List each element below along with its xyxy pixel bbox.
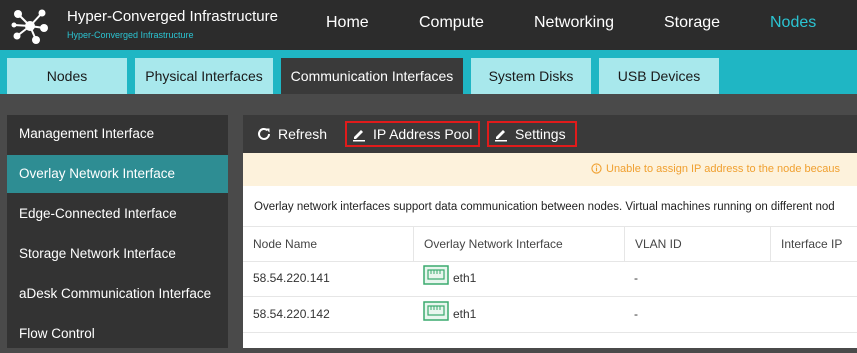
- logo-icon: [11, 9, 48, 44]
- sidebar-item-management-interface[interactable]: Management Interface: [7, 115, 228, 153]
- column-header-interface-ip[interactable]: Interface IP: [770, 227, 857, 261]
- tab-system-disks[interactable]: System Disks: [471, 58, 591, 94]
- info-circle-icon: [591, 162, 602, 174]
- cell-interface: eth1: [413, 261, 476, 296]
- interface-name: eth1: [453, 307, 477, 321]
- edit-icon: [353, 130, 365, 142]
- cell-vlan-id: -: [634, 307, 638, 321]
- app-title: Hyper-Converged Infrastructure: [67, 8, 278, 25]
- nav-nodes[interactable]: Nodes: [770, 14, 816, 32]
- edit-icon: [495, 130, 507, 142]
- settings-button[interactable]: Settings: [487, 121, 577, 147]
- sidebar-item-adesk-communication-interface[interactable]: aDesk Communication Interface: [7, 275, 228, 313]
- sidebar-item-edge-connected-interface[interactable]: Edge-Connected Interface: [7, 195, 228, 233]
- sidebar-item-overlay-network-interface[interactable]: Overlay Network Interface: [7, 155, 228, 193]
- cell-vlan-id: -: [634, 271, 638, 285]
- tab-usb-devices[interactable]: USB Devices: [599, 58, 719, 94]
- tab-strip: Nodes Physical Interfaces Communication …: [0, 50, 857, 94]
- top-bar: Hyper-Converged Infrastructure Hyper-Con…: [0, 0, 857, 50]
- warning-banner: Unable to assign IP address to the node …: [243, 153, 857, 186]
- ip-address-pool-label: IP Address Pool: [373, 126, 473, 142]
- network-port-icon: [423, 301, 449, 321]
- nav-networking[interactable]: Networking: [534, 14, 614, 32]
- cell-interface: eth1: [413, 297, 476, 332]
- refresh-label: Refresh: [278, 126, 328, 142]
- table-header: Node Name Overlay Network Interface VLAN…: [243, 226, 857, 262]
- column-header-vlan-id[interactable]: VLAN ID: [624, 227, 770, 261]
- nav-compute[interactable]: Compute: [419, 14, 484, 32]
- cell-node-name: 58.54.220.141: [253, 271, 330, 285]
- toolbar: Refresh IP Address Pool Settings: [243, 115, 857, 153]
- cell-interface-ip: [770, 261, 780, 296]
- tab-physical-interfaces[interactable]: Physical Interfaces: [135, 58, 273, 94]
- refresh-button[interactable]: Refresh: [256, 121, 327, 147]
- main-content: Refresh IP Address Pool Settings Unable …: [243, 115, 857, 348]
- settings-label: Settings: [515, 126, 566, 142]
- tab-communication-interfaces[interactable]: Communication Interfaces: [281, 58, 463, 94]
- description-text: Overlay network interfaces support data …: [254, 201, 835, 213]
- nav-home[interactable]: Home: [326, 14, 369, 32]
- column-header-node-name[interactable]: Node Name: [243, 227, 413, 261]
- warning-text: Unable to assign IP address to the node …: [606, 163, 841, 175]
- refresh-icon: [258, 128, 270, 141]
- warning-content: Unable to assign IP address to the node …: [591, 153, 840, 186]
- cell-node-name: 58.54.220.142: [253, 307, 330, 321]
- table-row[interactable]: 58.54.220.142 eth1 -: [243, 297, 857, 333]
- sidebar: Management Interface Overlay Network Int…: [7, 115, 228, 348]
- cell-interface-ip: [770, 297, 780, 332]
- table-row[interactable]: 58.54.220.141 eth1 -: [243, 261, 857, 297]
- network-port-icon: [423, 265, 449, 285]
- interface-name: eth1: [453, 271, 477, 285]
- app-subtitle: Hyper-Converged Infrastructure: [67, 30, 194, 40]
- tab-nodes[interactable]: Nodes: [7, 58, 127, 94]
- column-header-overlay-network-interface[interactable]: Overlay Network Interface: [413, 227, 624, 261]
- sidebar-item-flow-control[interactable]: Flow Control: [7, 315, 228, 353]
- sidebar-item-storage-network-interface[interactable]: Storage Network Interface: [7, 235, 228, 273]
- ip-address-pool-button[interactable]: IP Address Pool: [345, 121, 480, 147]
- nav-storage[interactable]: Storage: [664, 14, 720, 32]
